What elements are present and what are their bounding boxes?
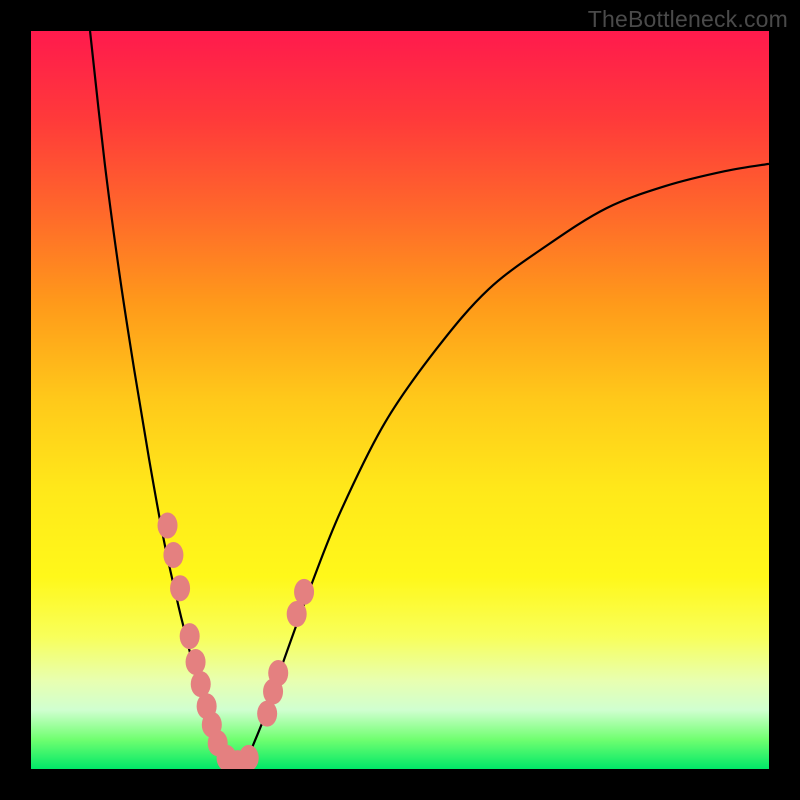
outer-frame — [0, 0, 800, 800]
